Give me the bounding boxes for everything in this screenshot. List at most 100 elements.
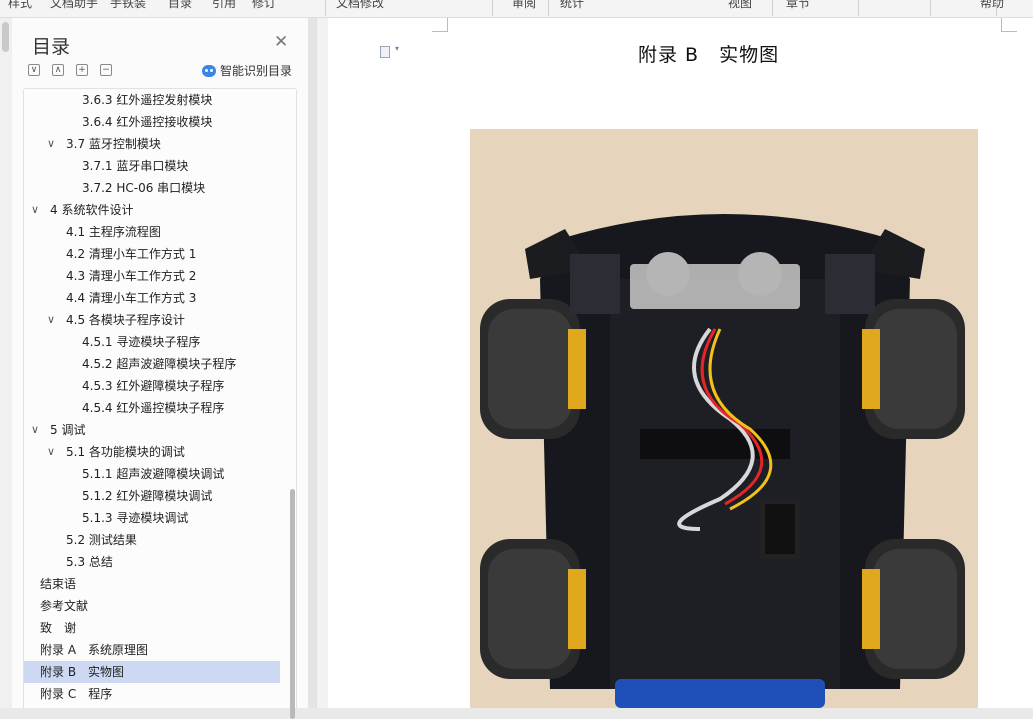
smart-toc-label: 智能识别目录 bbox=[220, 64, 293, 78]
toc-item[interactable]: 结束语 bbox=[24, 573, 280, 595]
toc-item-label: 4.5.3 红外避障模块子程序 bbox=[82, 379, 225, 393]
page-corner-mark bbox=[1001, 18, 1017, 32]
toolbar-separator bbox=[930, 0, 931, 16]
ai-assistant-icon bbox=[202, 65, 216, 77]
toolbar-item[interactable]: 手铁装 bbox=[110, 0, 146, 11]
toc-item[interactable]: ∨ 4 系统软件设计 bbox=[24, 199, 280, 221]
toolbar-item[interactable]: 视图 bbox=[728, 0, 752, 11]
toc-item-label: 3.7.1 蓝牙串口模块 bbox=[82, 159, 189, 173]
toc-title: 目录 bbox=[32, 36, 71, 58]
toolbar-item[interactable]: 章节 bbox=[786, 0, 810, 11]
toolbar-item[interactable]: 样式 bbox=[8, 0, 32, 11]
toolbar-item[interactable]: 文档修改 bbox=[336, 0, 384, 11]
document-area: ▾ 附录 B 实物图 bbox=[308, 18, 1033, 708]
toolbar-separator bbox=[858, 0, 859, 16]
toc-item-label: 4.5 各模块子程序设计 bbox=[66, 313, 185, 327]
page-options-icon[interactable] bbox=[380, 46, 390, 58]
toc-item[interactable]: 4.2 清理小车工作方式 1 bbox=[24, 243, 280, 265]
expand-all-icon[interactable]: ∧ bbox=[52, 64, 64, 76]
toc-item-label: 5.1.2 红外避障模块调试 bbox=[82, 489, 213, 503]
nav-scrollbar-thumb[interactable] bbox=[2, 22, 9, 52]
toc-item[interactable]: 致 谢 bbox=[24, 617, 280, 639]
toc-item-label: 4.5.4 红外遥控模块子程序 bbox=[82, 401, 225, 415]
toc-item[interactable]: 3.6.3 红外遥控发射模块 bbox=[24, 89, 280, 111]
toc-item[interactable]: ∨ 3.7 蓝牙控制模块 bbox=[24, 133, 280, 155]
toc-item[interactable]: 3.7.1 蓝牙串口模块 bbox=[24, 155, 280, 177]
add-item-icon[interactable]: + bbox=[76, 64, 88, 76]
toolbar-separator bbox=[325, 0, 326, 16]
toolbar-separator bbox=[548, 0, 549, 16]
toc-scrollbar-thumb[interactable] bbox=[290, 489, 295, 719]
chevron-down-icon[interactable]: ∨ bbox=[46, 441, 56, 463]
toc-item[interactable]: 5.1.1 超声波避障模块调试 bbox=[24, 463, 280, 485]
toc-item-label: 5 调试 bbox=[50, 423, 86, 437]
toc-item[interactable]: 参考文献 bbox=[24, 595, 280, 617]
toc-item-label: 5.1.3 寻迹模块调试 bbox=[82, 511, 189, 525]
toc-item[interactable]: 4.1 主程序流程图 bbox=[24, 221, 280, 243]
toolbar-separator bbox=[492, 0, 493, 16]
toc-item[interactable]: 4.5.2 超声波避障模块子程序 bbox=[24, 353, 280, 375]
toc-item-label: 5.1.1 超声波避障模块调试 bbox=[82, 467, 225, 481]
toc-item[interactable]: 5.1.3 寻迹模块调试 bbox=[24, 507, 280, 529]
chevron-down-icon[interactable]: ▾ bbox=[395, 44, 399, 53]
toolbar-separator bbox=[772, 0, 773, 16]
nav-scrollbar[interactable] bbox=[0, 18, 12, 708]
toc-item[interactable]: ∨ 5.1 各功能模块的调试 bbox=[24, 441, 280, 463]
toolbar-item[interactable]: 目录 bbox=[168, 0, 192, 11]
toc-item[interactable]: 4.3 清理小车工作方式 2 bbox=[24, 265, 280, 287]
toc-item[interactable]: 4.5.4 红外遥控模块子程序 bbox=[24, 397, 280, 419]
document-page: ▾ 附录 B 实物图 bbox=[328, 18, 1033, 708]
toc-item[interactable]: 附录 C 程序 bbox=[24, 683, 280, 705]
ribbon-toolbar: 样式 文档助手 手铁装 目录 引用 修订 文档修改 审阅 统计 视图 章节 帮助 bbox=[0, 0, 1033, 18]
toc-item-label: 4 系统软件设计 bbox=[50, 203, 134, 217]
toc-item[interactable]: ∨ 4.5 各模块子程序设计 bbox=[24, 309, 280, 331]
toc-item[interactable]: ∨ 5 调试 bbox=[24, 419, 280, 441]
toolbar-item[interactable]: 修订 bbox=[252, 0, 276, 11]
page-corner-mark bbox=[432, 18, 448, 32]
toolbar-item[interactable]: 帮助 bbox=[980, 0, 1004, 11]
toc-item[interactable]: 3.6.4 红外遥控接收模块 bbox=[24, 111, 280, 133]
toolbar-item[interactable]: 审阅 bbox=[512, 0, 536, 11]
robot-car-image bbox=[470, 129, 978, 708]
page-heading: 附录 B 实物图 bbox=[638, 44, 780, 66]
toc-item-label: 3.7.2 HC-06 串口模块 bbox=[82, 181, 206, 195]
toc-item-label: 3.6.4 红外遥控接收模块 bbox=[82, 115, 213, 129]
chevron-down-icon[interactable]: ∨ bbox=[46, 133, 56, 155]
toc-item-label: 5.1 各功能模块的调试 bbox=[66, 445, 185, 459]
toc-item-label: 4.5.2 超声波避障模块子程序 bbox=[82, 357, 237, 371]
toc-item[interactable]: 附录 A 系统原理图 bbox=[24, 639, 280, 661]
toc-item-label: 附录 A 系统原理图 bbox=[40, 643, 149, 657]
toc-item-label: 致 谢 bbox=[40, 621, 77, 635]
close-icon[interactable]: ✕ bbox=[274, 32, 288, 52]
toc-item-label: 4.2 清理小车工作方式 1 bbox=[66, 247, 197, 261]
toc-item-label: 4.4 清理小车工作方式 3 bbox=[66, 291, 197, 305]
toc-item[interactable]: 4.4 清理小车工作方式 3 bbox=[24, 287, 280, 309]
toc-item-label: 附录 B 实物图 bbox=[40, 665, 125, 679]
toc-item[interactable]: 4.5.3 红外避障模块子程序 bbox=[24, 375, 280, 397]
toc-item-label: 3.6.3 红外遥控发射模块 bbox=[82, 93, 213, 107]
toc-item-label: 5.2 测试结果 bbox=[66, 533, 137, 547]
toolbar-separator bbox=[996, 0, 997, 16]
toc-item-label: 4.3 清理小车工作方式 2 bbox=[66, 269, 197, 283]
toolbar-item[interactable]: 统计 bbox=[560, 0, 584, 11]
chevron-down-icon[interactable]: ∨ bbox=[46, 309, 56, 331]
toc-item[interactable]: 5.2 测试结果 bbox=[24, 529, 280, 551]
collapse-all-icon[interactable]: ∨ bbox=[28, 64, 40, 76]
chevron-down-icon[interactable]: ∨ bbox=[30, 419, 40, 441]
toc-item-label: 参考文献 bbox=[40, 599, 89, 613]
document-ruler bbox=[316, 18, 328, 708]
toc-item[interactable]: 3.7.2 HC-06 串口模块 bbox=[24, 177, 280, 199]
toc-item[interactable]: 5.1.2 红外避障模块调试 bbox=[24, 485, 280, 507]
toc-item[interactable]: 5.3 总结 bbox=[24, 551, 280, 573]
toc-item-label: 5.3 总结 bbox=[66, 555, 113, 569]
toolbar-item[interactable]: 引用 bbox=[212, 0, 236, 11]
remove-item-icon[interactable]: − bbox=[100, 64, 112, 76]
smart-toc-button[interactable]: 智能识别目录 bbox=[202, 62, 292, 79]
toc-item[interactable]: 4.5.1 寻迹模块子程序 bbox=[24, 331, 280, 353]
toc-item-label: 4.1 主程序流程图 bbox=[66, 225, 161, 239]
chevron-down-icon[interactable]: ∨ bbox=[30, 199, 40, 221]
toc-list: 附录 C 程序 附录 B 实物图 附录 A 系统原理图致 谢 参考文献 结束语 5.3 总… bbox=[23, 88, 297, 719]
toc-item[interactable]: 附录 B 实物图 bbox=[24, 661, 280, 683]
toc-item-label: 附录 C 程序 bbox=[40, 687, 113, 701]
toolbar-item[interactable]: 文档助手 bbox=[50, 0, 98, 11]
